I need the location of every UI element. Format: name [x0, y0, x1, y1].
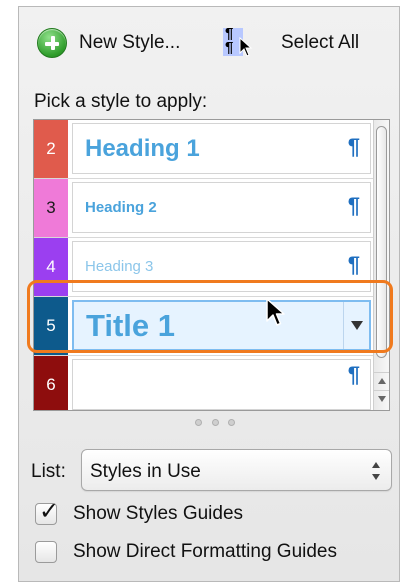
style-swatch: 2: [34, 120, 68, 178]
style-row[interactable]: 3 Heading 2 ¶: [34, 179, 374, 238]
triangle-up-icon: [377, 377, 386, 384]
show-styles-guides-label: Show Styles Guides: [73, 503, 244, 524]
list-label: List:: [31, 461, 66, 482]
add-circle-icon: [37, 28, 67, 58]
paragraph-icon: ¶: [347, 134, 360, 159]
style-preview: ¶: [72, 359, 371, 410]
scroll-up-arrow[interactable]: [374, 372, 389, 388]
list-scrollbar[interactable]: [373, 120, 389, 410]
styles-toolbar: New Style... ¶ ¶ Select All: [35, 25, 385, 65]
styles-panel: New Style... ¶ ¶ Select All Pick a style…: [18, 6, 400, 582]
style-swatch: 6: [34, 356, 68, 410]
scroll-down-arrow[interactable]: [374, 390, 389, 406]
pick-style-label: Pick a style to apply:: [34, 91, 208, 112]
show-styles-guides-checkbox[interactable]: ✓: [35, 498, 59, 525]
paragraph-icon: ¶: [347, 252, 360, 277]
style-row[interactable]: 2 Heading 1 ¶: [34, 120, 374, 179]
mouse-pointer-icon: [266, 298, 285, 326]
paragraph-icon: ¶: [347, 362, 360, 387]
style-name: Heading 2: [85, 199, 157, 216]
paragraph-icon: ¶: [347, 193, 360, 218]
triangle-down-icon: [377, 395, 386, 402]
select-all-label: Select All: [281, 32, 360, 53]
new-style-button[interactable]: New Style...: [37, 25, 180, 61]
list-resize-handle[interactable]: [195, 419, 235, 429]
style-preview: Heading 2 ¶: [72, 182, 371, 233]
up-down-arrows-icon: [372, 462, 380, 480]
checkmark-icon: ✓: [39, 498, 60, 525]
selection-highlight: [27, 280, 393, 353]
style-preview: Heading 1 ¶: [72, 123, 371, 174]
show-styles-guides-option[interactable]: ✓ Show Styles Guides: [35, 498, 244, 525]
style-row[interactable]: 6 ¶: [34, 356, 374, 410]
select-all-icon: ¶ ¶: [223, 25, 261, 61]
list-filter-value: Styles in Use: [90, 461, 201, 482]
style-swatch: 3: [34, 179, 68, 237]
select-all-button[interactable]: ¶ ¶ Select All: [223, 25, 359, 61]
style-list[interactable]: 2 Heading 1 ¶ 3 Heading 2 ¶ 4 Heading 3 …: [33, 119, 390, 411]
style-name: Heading 3: [85, 258, 154, 275]
show-direct-formatting-guides-option[interactable]: Show Direct Formatting Guides: [35, 541, 337, 563]
list-filter-select[interactable]: Styles in Use: [81, 449, 392, 491]
style-name: Heading 1: [85, 135, 200, 162]
show-direct-formatting-guides-checkbox[interactable]: [35, 541, 57, 563]
show-direct-formatting-guides-label: Show Direct Formatting Guides: [73, 541, 337, 562]
new-style-label: New Style...: [79, 32, 181, 53]
